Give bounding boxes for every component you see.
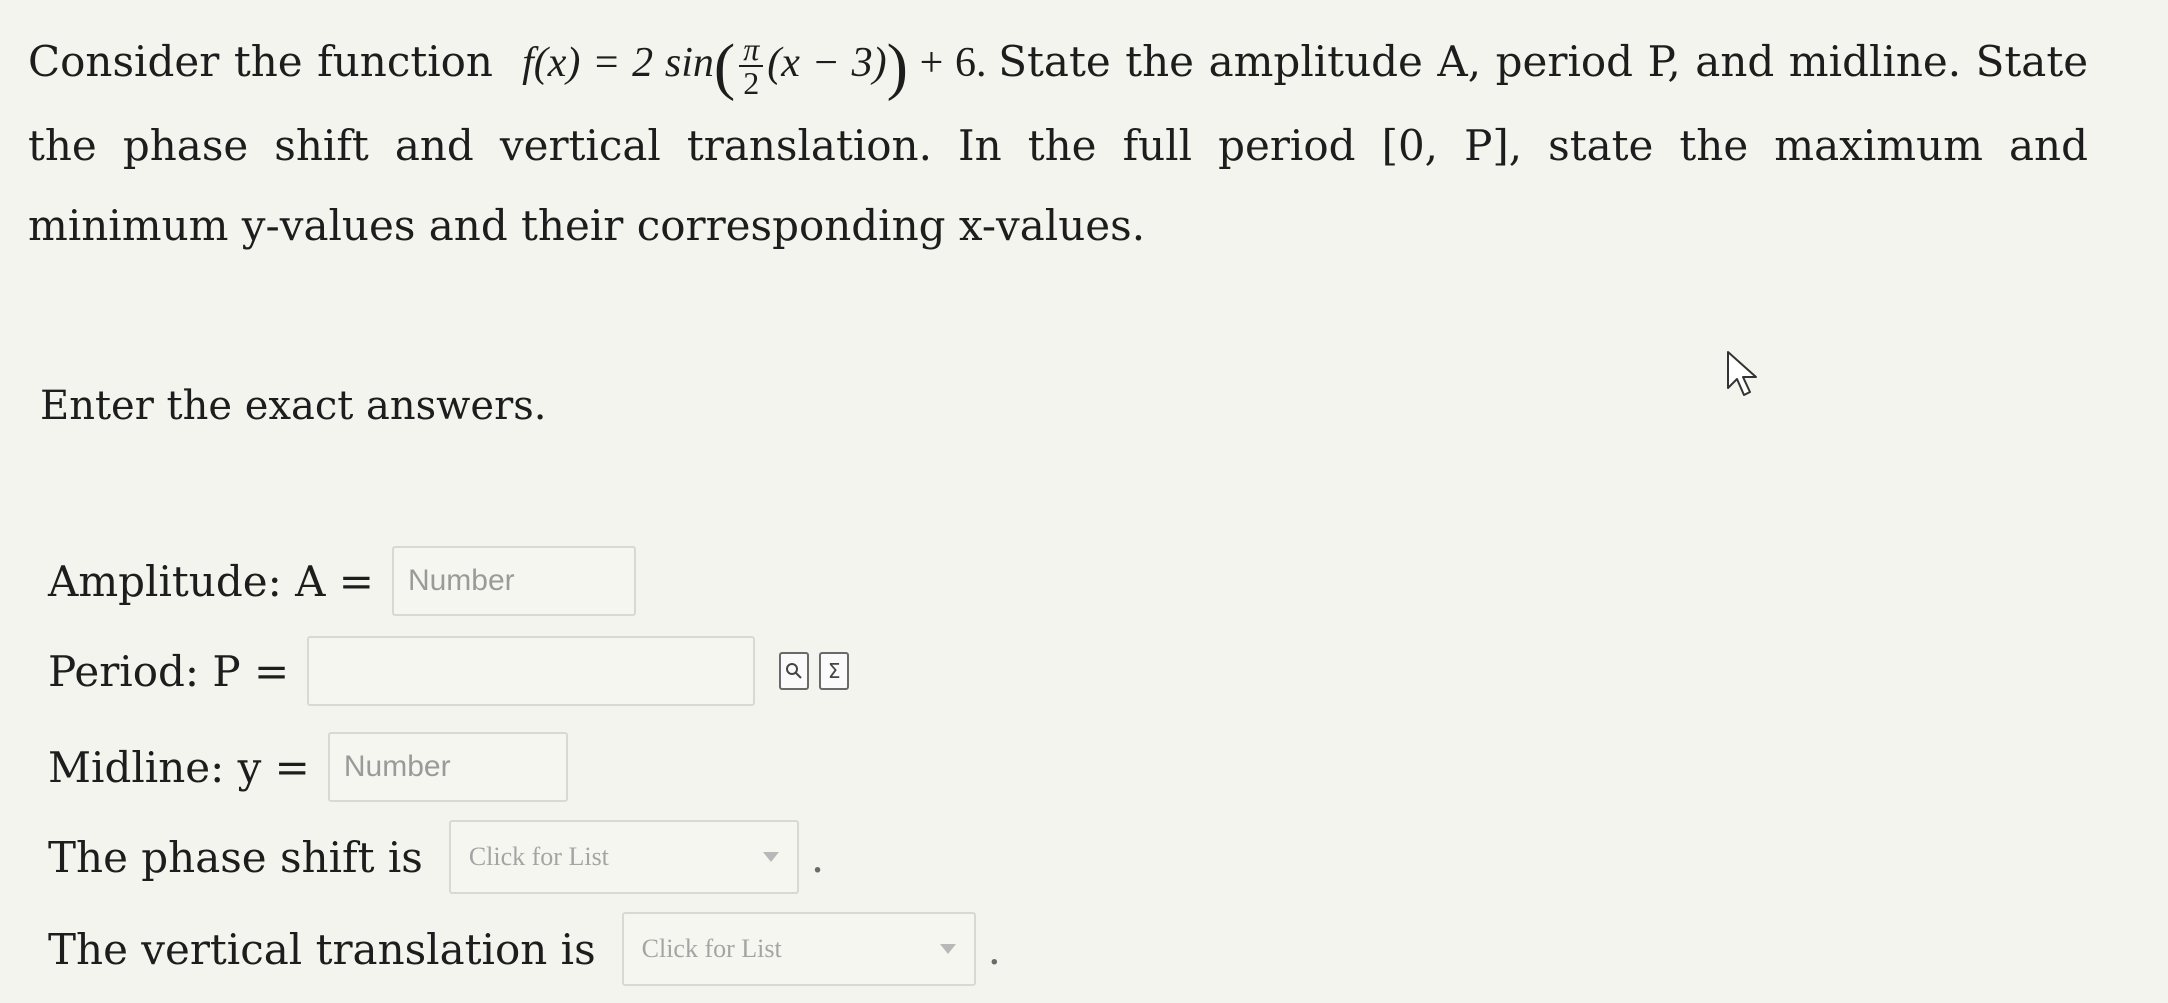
vertical-translation-select-value: Click for List [641, 934, 782, 963]
sigma-icon[interactable]: Σ [819, 652, 850, 690]
preview-icon[interactable] [779, 652, 810, 690]
vertical-translation-row: The vertical translation is Click for Li… [48, 912, 1001, 986]
amplitude-label: Amplitude: A = [48, 556, 374, 606]
sentence-period: . [810, 832, 825, 882]
phase-shift-label: The phase shift is [48, 832, 423, 882]
phase-shift-select-value: Click for List [468, 842, 609, 871]
vertical-translation-label: The vertical translation is [48, 924, 596, 974]
phase-shift-select[interactable]: Click for List [448, 820, 799, 894]
period-label: Period: P = [48, 646, 290, 696]
fraction: π2 [739, 33, 764, 99]
period-input[interactable] [307, 636, 756, 706]
vertical-translation-select[interactable]: Click for List [621, 912, 976, 986]
mouse-pointer-icon [1727, 351, 1757, 396]
midline-row: Midline: y = Number [48, 732, 568, 802]
midline-input[interactable]: Number [327, 732, 568, 802]
phase-shift-row: The phase shift is Click for List . [48, 820, 824, 894]
function-expression: f(x) = 2 sin(π 2 (x − 3)) + 6. [522, 30, 987, 102]
amplitude-row: Amplitude: A = Number [48, 546, 636, 616]
amplitude-input[interactable]: Number [391, 546, 636, 616]
midline-label: Midline: y = [48, 742, 310, 792]
magnifier-icon [786, 663, 802, 679]
chevron-down-icon [939, 944, 956, 954]
instruction-text: Enter the exact answers. [40, 383, 547, 429]
sentence-period: . [987, 924, 1001, 974]
question-text: Consider the function f(x) = 2 sin(π 2 (x … [28, 30, 2089, 251]
chevron-down-icon [762, 852, 779, 862]
period-row: Period: P = Σ [48, 636, 850, 706]
